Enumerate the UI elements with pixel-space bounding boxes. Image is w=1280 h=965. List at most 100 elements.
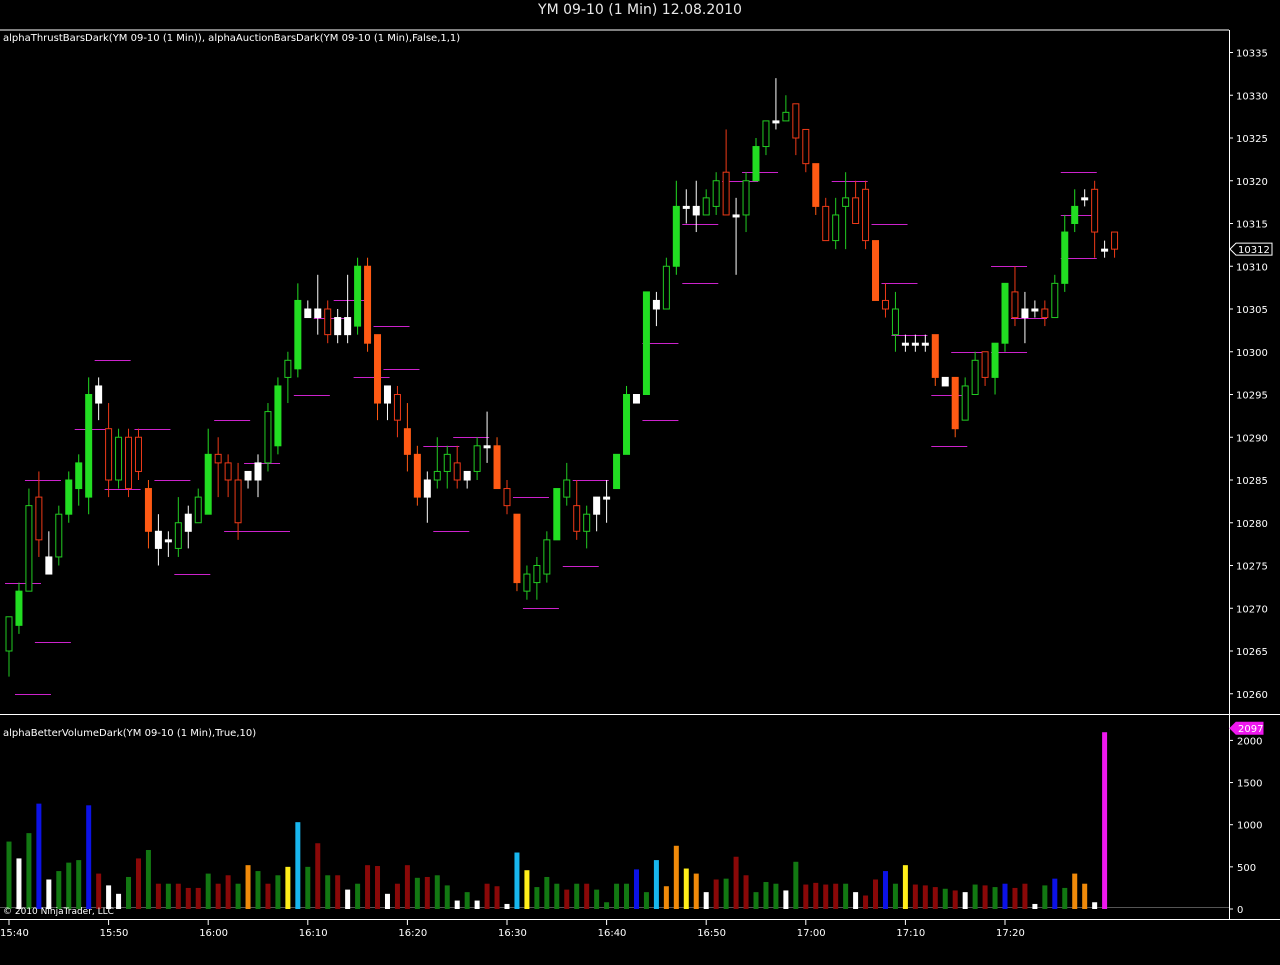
candle-body <box>812 163 820 207</box>
candle-body <box>115 436 123 481</box>
volume-bar <box>16 858 22 909</box>
candlestick <box>413 445 421 506</box>
candle-body <box>55 513 63 558</box>
volume-bar <box>594 889 600 909</box>
candlestick <box>344 274 352 344</box>
volume-bar <box>86 805 92 909</box>
candlestick <box>244 470 252 489</box>
candle-body <box>144 488 152 532</box>
price-indicator-label: alphaThrustBarsDark(YM 09-10 (1 Min)), a… <box>3 33 461 44</box>
volume-bar <box>733 856 739 909</box>
candlestick <box>473 437 481 480</box>
candle-body <box>782 111 790 122</box>
volume-bar <box>633 869 639 909</box>
time-tick-label: 17:20 <box>996 928 1025 939</box>
candle-body <box>941 376 949 387</box>
candlestick <box>164 531 172 557</box>
volume-bar <box>285 866 291 909</box>
candle-body <box>294 299 302 370</box>
candlestick <box>144 480 152 549</box>
candlestick <box>393 385 401 438</box>
volume-bar <box>1102 732 1108 909</box>
candlestick <box>1051 274 1059 319</box>
candle-body <box>374 334 382 404</box>
candle-body <box>134 436 142 472</box>
candle-body <box>224 462 232 481</box>
volume-bar <box>46 879 52 909</box>
candlestick <box>941 376 949 387</box>
volume-tick-label: 1500 <box>1237 779 1262 790</box>
volume-bar <box>912 884 918 909</box>
candlestick <box>613 453 621 490</box>
price-tick-label: 10325 <box>1236 134 1268 145</box>
candlestick <box>513 513 521 592</box>
volume-bar <box>574 883 580 909</box>
last-volume-label: 2097 <box>1238 724 1263 735</box>
candle-body <box>632 394 640 404</box>
candlestick <box>672 180 680 275</box>
candle-body <box>981 351 989 378</box>
volume-bar <box>454 900 460 909</box>
candlestick <box>274 377 282 455</box>
candlestick <box>732 197 740 275</box>
candle-body <box>264 411 272 464</box>
candle-body <box>423 479 431 498</box>
candle-body <box>583 513 591 532</box>
candle-body <box>344 317 352 336</box>
price-tick-label: 10290 <box>1236 433 1268 444</box>
candle-body <box>792 103 800 139</box>
candle-body <box>503 488 511 507</box>
volume-bar <box>195 887 201 909</box>
volume-bar <box>663 886 669 909</box>
volume-bar <box>325 875 331 909</box>
candlestick <box>642 291 650 395</box>
candle-body <box>533 565 541 584</box>
candlestick <box>1041 300 1049 327</box>
candle-body <box>493 445 501 490</box>
volume-bar <box>793 861 799 909</box>
volume-bar <box>892 883 898 909</box>
candlestick <box>1021 291 1029 344</box>
volume-bar <box>783 890 789 909</box>
candlestick <box>383 385 391 421</box>
candlestick <box>573 480 581 540</box>
volume-bar <box>992 887 998 909</box>
candlestick <box>204 428 212 515</box>
candle-body <box>991 342 999 378</box>
volume-bar <box>813 882 819 909</box>
candlestick <box>852 180 860 225</box>
price-tick-label: 10330 <box>1236 91 1268 102</box>
candle-body <box>383 385 391 404</box>
candle-body <box>1111 231 1119 250</box>
candle-body <box>184 513 192 532</box>
chart-canvas[interactable]: 10335 10330 10325 10320 10315 10310 10305 10300… <box>0 0 1280 965</box>
candle-body <box>174 522 182 549</box>
candle-body <box>1001 282 1009 344</box>
candlestick <box>184 505 192 549</box>
volume-bar <box>106 885 112 909</box>
volume-bar <box>643 892 649 909</box>
volume-bar <box>554 883 560 909</box>
time-tick-label: 16:40 <box>598 928 627 939</box>
axes: 10335 10330 10325 10320 10315 10310 10305 10300… <box>0 49 1273 939</box>
volume-bar <box>414 877 420 909</box>
candle-body <box>623 394 631 455</box>
candle-body <box>642 291 650 395</box>
volume-bar <box>434 875 440 909</box>
volume-bar <box>1032 903 1038 909</box>
candlestick <box>284 351 292 404</box>
candle-body <box>1091 188 1099 233</box>
volume-bar <box>514 852 520 909</box>
candlestick <box>214 437 222 498</box>
candlestick <box>533 556 541 600</box>
candlestick <box>792 103 800 156</box>
candlestick <box>662 257 670 310</box>
volume-bar <box>335 875 341 909</box>
candle-body <box>95 385 103 404</box>
volume-bar <box>116 893 122 909</box>
candle-body <box>254 462 262 481</box>
candlestick <box>543 531 551 583</box>
candlestick <box>822 197 830 242</box>
volume-bar <box>693 873 699 909</box>
candlestick <box>842 172 850 250</box>
